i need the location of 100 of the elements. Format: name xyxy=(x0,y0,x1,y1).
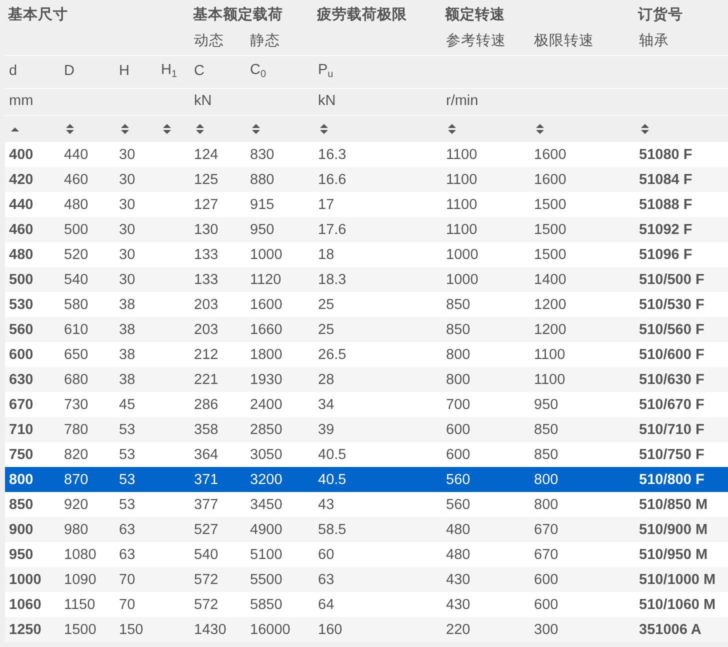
table-cell: 58.5 xyxy=(318,522,346,538)
table-cell: 800 xyxy=(534,496,558,512)
table-row[interactable]: 400 440 30 124 830 16.3 1100 1600 51080 F xyxy=(5,142,728,167)
column-symbol: D xyxy=(64,62,74,80)
table-cell: 950 xyxy=(534,396,558,412)
sort-icon[interactable] xyxy=(252,124,260,134)
table-cell: 160 xyxy=(318,622,342,638)
table-cell: 127 xyxy=(194,196,218,212)
table-row[interactable]: 1000 1090 70 572 5500 63 430 600 510/1000 M xyxy=(5,567,728,592)
sort-icon[interactable] xyxy=(536,124,544,134)
table-row[interactable]: 530 580 38 203 1600 25 850 1200 510/530 F xyxy=(5,292,728,317)
table-cell: 5100 xyxy=(250,546,282,562)
table-cell: 880 xyxy=(250,172,274,188)
table-cell: 600 xyxy=(446,446,470,462)
table-cell: 480 xyxy=(446,546,470,562)
table-cell: 750 xyxy=(9,446,34,462)
table-cell: 510/800 F xyxy=(639,472,704,488)
column-symbol: P$_{u}$ xyxy=(318,62,334,82)
column-symbol: d xyxy=(9,62,18,80)
table-cell: 600 xyxy=(446,422,470,438)
table-row[interactable]: 670 730 45 286 2400 34 700 950 510/670 F xyxy=(5,392,728,417)
table-cell: 18 xyxy=(318,246,334,262)
table-cell: 510/900 M xyxy=(639,522,708,538)
table-cell: 520 xyxy=(64,246,88,262)
table-cell: 1500 xyxy=(64,622,96,638)
table-row[interactable]: 480 520 30 133 1000 18 1000 1500 51096 F xyxy=(5,242,728,267)
table-cell: 1100 xyxy=(446,222,478,238)
table-cell: 610 xyxy=(64,322,88,338)
table-cell: 510/710 F xyxy=(639,422,704,438)
unit-label: mm xyxy=(9,92,34,110)
table-cell: 1500 xyxy=(534,222,566,238)
table-cell: 510/850 M xyxy=(639,496,708,512)
table-cell: 1400 xyxy=(534,272,566,288)
table-cell: 850 xyxy=(446,322,470,338)
sort-icon[interactable] xyxy=(163,124,171,134)
table-cell: 1100 xyxy=(446,196,478,212)
table-row[interactable]: 600 650 38 212 1800 26.5 800 1100 510/600 F xyxy=(5,342,728,367)
table-cell: 915 xyxy=(250,196,274,212)
table-cell: 850 xyxy=(9,496,34,512)
table-cell: 51084 F xyxy=(639,172,692,188)
table-cell: 830 xyxy=(250,146,274,162)
table-cell: 203 xyxy=(194,322,218,338)
sort-icon[interactable] xyxy=(320,124,328,134)
group-header: 订货号 xyxy=(638,6,683,22)
table-cell: 133 xyxy=(194,272,218,288)
table-row[interactable]: 800 870 53 371 3200 40.5 560 800 510/800 F xyxy=(5,467,728,492)
column-symbol: C$_{0}$ xyxy=(250,62,266,82)
table-cell: 53 xyxy=(119,496,136,512)
sort-icon[interactable] xyxy=(641,124,649,134)
sort-icon[interactable] xyxy=(196,124,204,134)
table-cell: 2400 xyxy=(250,396,282,412)
table-row[interactable]: 850 920 53 377 3450 43 560 800 510/850 M xyxy=(5,492,728,517)
table-cell: 600 xyxy=(534,596,558,612)
table-row[interactable]: 460 500 30 130 950 17.6 1100 1500 51092 F xyxy=(5,217,728,242)
table-cell: 850 xyxy=(534,446,558,462)
table-cell: 510/500 F xyxy=(639,272,704,288)
table-cell: 800 xyxy=(9,472,34,488)
sort-icon[interactable] xyxy=(448,124,456,134)
table-cell: 1120 xyxy=(250,272,282,288)
table-row[interactable]: 1060 1150 70 572 5850 64 430 600 510/1060 M xyxy=(5,592,728,617)
table-row[interactable]: 630 680 38 221 1930 28 800 1100 510/630 F xyxy=(5,367,728,392)
table-cell: 500 xyxy=(9,272,34,288)
table-cell: 510/600 F xyxy=(639,346,704,362)
table-row[interactable]: 750 820 53 364 3050 40.5 600 850 510/750 F xyxy=(5,442,728,467)
table-cell: 125 xyxy=(194,172,218,188)
table-cell: 70 xyxy=(119,572,136,588)
table-cell: 572 xyxy=(194,596,218,612)
table-cell: 1100 xyxy=(446,146,478,162)
table-cell: 1200 xyxy=(534,296,566,312)
table-cell: 130 xyxy=(194,222,218,238)
table-row[interactable]: 900 980 63 527 4900 58.5 480 670 510/900 M xyxy=(5,517,728,542)
table-row[interactable]: 1250 1500 150 1430 16000 160 220 300 351006 A xyxy=(5,617,728,642)
table-cell: 300 xyxy=(534,622,558,638)
table-row[interactable]: 440 480 30 127 915 17 1100 1500 51088 F xyxy=(5,192,728,217)
table-cell: 30 xyxy=(119,246,136,262)
table-row[interactable]: 500 540 30 133 1120 18.3 1000 1400 510/500 F xyxy=(5,267,728,292)
table-row[interactable]: 420 460 30 125 880 16.6 1100 1600 51084 F xyxy=(5,167,728,192)
table-cell: 1600 xyxy=(534,172,566,188)
table-row[interactable]: 560 610 38 203 1660 25 850 1200 510/560 F xyxy=(5,317,728,342)
table-cell: 670 xyxy=(534,522,558,538)
table-cell: 1000 xyxy=(446,272,478,288)
table-cell: 1500 xyxy=(534,196,566,212)
group-header: 额定转速 xyxy=(445,6,505,22)
table-cell: 2850 xyxy=(250,422,282,438)
sort-icon[interactable] xyxy=(121,124,129,134)
table-cell: 51092 F xyxy=(639,222,692,238)
table-cell: 1100 xyxy=(534,346,566,362)
sort-ascending-icon[interactable] xyxy=(11,126,19,132)
table-cell: 820 xyxy=(64,446,88,462)
table-cell: 510/530 F xyxy=(639,296,704,312)
table-row[interactable]: 710 780 53 358 2850 39 600 850 510/710 F xyxy=(5,417,728,442)
table-cell: 63 xyxy=(119,546,136,562)
sort-icon[interactable] xyxy=(66,124,74,134)
table-cell: 510/950 M xyxy=(639,546,708,562)
table-row[interactable]: 950 1080 63 540 5100 60 480 670 510/950 M xyxy=(5,542,728,567)
table-cell: 510/1060 M xyxy=(639,596,716,612)
table-cell: 38 xyxy=(119,296,136,312)
table-cell: 670 xyxy=(534,546,558,562)
table-cell: 212 xyxy=(194,346,218,362)
table-cell: 1800 xyxy=(250,346,282,362)
